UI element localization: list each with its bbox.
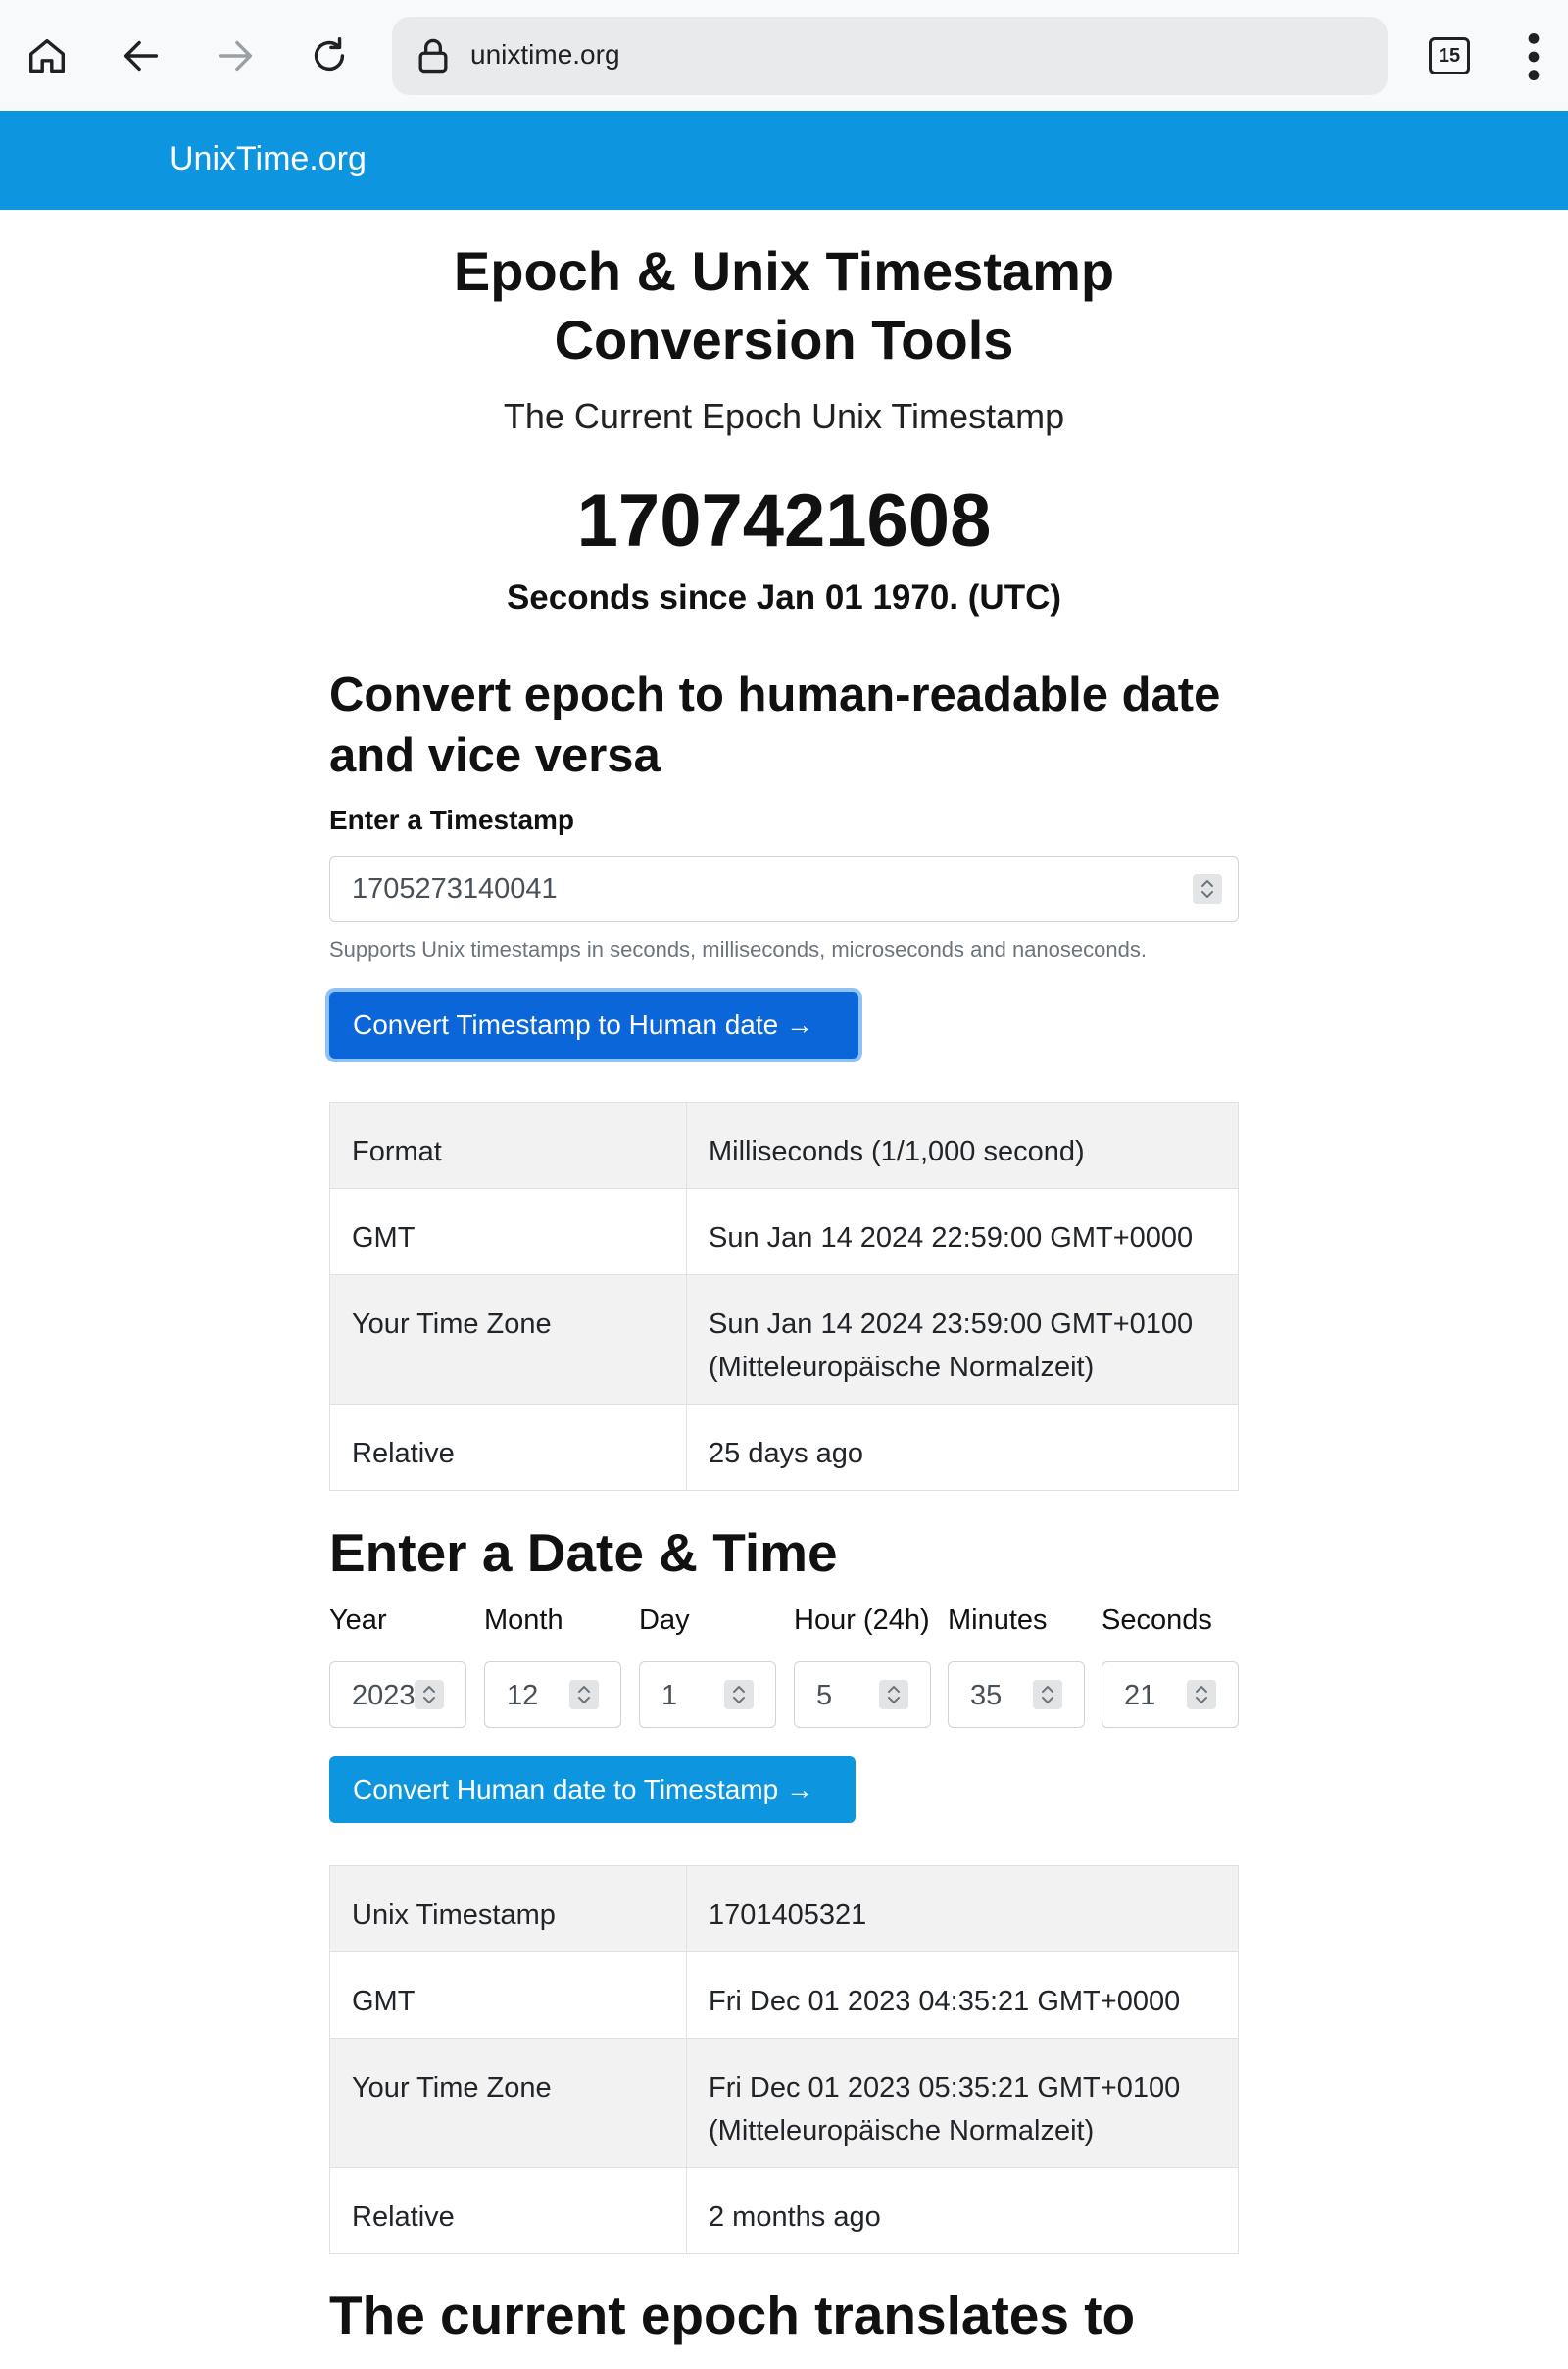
result-value: Fri Dec 01 2023 05:35:21 GMT+0100 (Mittel… xyxy=(686,2038,1239,2168)
month-label: Month xyxy=(484,1604,564,1636)
address-bar[interactable]: unixtime.org xyxy=(392,17,1388,95)
page-title-line2: Conversion Tools xyxy=(554,309,1014,370)
current-epoch-heading: The current epoch translates to xyxy=(329,2285,1136,2345)
current-timestamp: 1707421608 xyxy=(576,479,992,563)
day-value: 1 xyxy=(662,1680,678,1711)
result-key: Your Time Zone xyxy=(329,2038,687,2168)
lead-text: The Current Epoch Unix Timestamp xyxy=(503,396,1065,436)
result-key: Relative xyxy=(329,1404,687,1491)
browser-toolbar: unixtime.org 15 xyxy=(0,0,1568,111)
hour-input[interactable]: 5 xyxy=(794,1661,931,1728)
home-icon[interactable] xyxy=(16,25,78,87)
number-spinner-icon[interactable] xyxy=(1033,1680,1062,1709)
date-result-table: Unix Timestamp 1701405321 GMT Fri Dec 01… xyxy=(329,1865,1239,2254)
number-spinner-icon[interactable] xyxy=(569,1680,599,1709)
result-key: Format xyxy=(329,1102,687,1189)
table-row: GMT Sun Jan 14 2024 22:59:00 GMT+0000 xyxy=(329,1188,1239,1275)
table-row: Your Time Zone Fri Dec 01 2023 05:35:21 … xyxy=(329,2038,1239,2168)
result-key: Relative xyxy=(329,2167,687,2254)
convert-timestamp-button[interactable]: Convert Timestamp to Human date → xyxy=(329,992,858,1059)
day-label: Day xyxy=(639,1604,690,1636)
hour-label: Hour (24h) xyxy=(794,1604,930,1636)
convert-heading-line1: Convert epoch to human-readable date xyxy=(329,668,1221,721)
result-value: Sun Jan 14 2024 22:59:00 GMT+0000 xyxy=(686,1188,1239,1275)
result-key: GMT xyxy=(329,1951,687,2039)
year-label: Year xyxy=(329,1604,387,1636)
tab-switcher-button[interactable]: 15 xyxy=(1429,37,1470,74)
minutes-input[interactable]: 35 xyxy=(948,1661,1085,1728)
timestamp-result-table: Format Milliseconds (1/1,000 second) GMT… xyxy=(329,1102,1239,1491)
table-row: Your Time Zone Sun Jan 14 2024 23:59:00 … xyxy=(329,1274,1239,1405)
timestamp-help-text: Supports Unix timestamps in seconds, mil… xyxy=(329,937,1147,962)
convert-date-button[interactable]: Convert Human date to Timestamp → xyxy=(329,1756,856,1823)
tz-line1: Fri Dec 01 2023 05:35:21 GMT+0100 xyxy=(709,2072,1181,2103)
reload-icon[interactable] xyxy=(298,25,361,87)
more-options-icon[interactable] xyxy=(1517,29,1550,84)
timestamp-input[interactable]: 1705273140041 xyxy=(329,856,1239,922)
number-spinner-icon[interactable] xyxy=(1187,1680,1216,1709)
result-value: Fri Dec 01 2023 04:35:21 GMT+0000 xyxy=(686,1951,1239,2039)
tz-line2: (Mitteleuropäische Normalzeit) xyxy=(709,1352,1095,1383)
number-spinner-icon[interactable] xyxy=(415,1680,444,1709)
convert-heading-line2: and vice versa xyxy=(329,729,661,782)
result-key: Your Time Zone xyxy=(329,1274,687,1405)
result-value: 2 months ago xyxy=(686,2167,1239,2254)
result-key: GMT xyxy=(329,1188,687,1275)
day-input[interactable]: 1 xyxy=(639,1661,776,1728)
number-spinner-icon[interactable] xyxy=(724,1680,754,1709)
year-value: 2023 xyxy=(352,1680,416,1711)
number-spinner-icon[interactable] xyxy=(1193,874,1222,904)
result-value: 1701405321 xyxy=(686,1865,1239,1952)
table-row: Format Milliseconds (1/1,000 second) xyxy=(329,1102,1239,1189)
seconds-input[interactable]: 21 xyxy=(1102,1661,1239,1728)
year-input[interactable]: 2023 xyxy=(329,1661,466,1728)
timestamp-input-value: 1705273140041 xyxy=(352,872,558,905)
seconds-since-label: Seconds since Jan 01 1970. (UTC) xyxy=(506,578,1062,617)
hour-value: 5 xyxy=(816,1680,833,1711)
month-value: 12 xyxy=(507,1680,539,1711)
site-navbar: UnixTime.org xyxy=(0,111,1568,210)
tz-line1: Sun Jan 14 2024 23:59:00 GMT+0100 xyxy=(709,1308,1194,1340)
lock-icon xyxy=(418,38,448,74)
month-input[interactable]: 12 xyxy=(484,1661,621,1728)
table-row: Relative 25 days ago xyxy=(329,1404,1239,1491)
timestamp-input-label: Enter a Timestamp xyxy=(329,805,575,835)
result-value: Sun Jan 14 2024 23:59:00 GMT+0100 (Mittel… xyxy=(686,1274,1239,1405)
page-title-line1: Epoch & Unix Timestamp xyxy=(453,240,1115,302)
table-row: GMT Fri Dec 01 2023 04:35:21 GMT+0000 xyxy=(329,1951,1239,2039)
number-spinner-icon[interactable] xyxy=(879,1680,908,1709)
back-icon[interactable] xyxy=(110,25,172,87)
minutes-label: Minutes xyxy=(948,1604,1048,1636)
date-time-heading: Enter a Date & Time xyxy=(329,1522,838,1583)
table-row: Unix Timestamp 1701405321 xyxy=(329,1865,1239,1952)
result-value: 25 days ago xyxy=(686,1404,1239,1491)
minutes-value: 35 xyxy=(970,1680,1003,1711)
seconds-value: 21 xyxy=(1124,1680,1156,1711)
tz-line2: (Mitteleuropäische Normalzeit) xyxy=(709,2115,1095,2147)
table-row: Relative 2 months ago xyxy=(329,2167,1239,2254)
site-brand-link[interactable]: UnixTime.org xyxy=(170,140,367,178)
result-value: Milliseconds (1/1,000 second) xyxy=(686,1102,1239,1189)
url-text: unixtime.org xyxy=(470,39,620,70)
seconds-label: Seconds xyxy=(1102,1604,1212,1636)
result-key: Unix Timestamp xyxy=(329,1865,687,1952)
forward-icon[interactable] xyxy=(204,25,267,87)
